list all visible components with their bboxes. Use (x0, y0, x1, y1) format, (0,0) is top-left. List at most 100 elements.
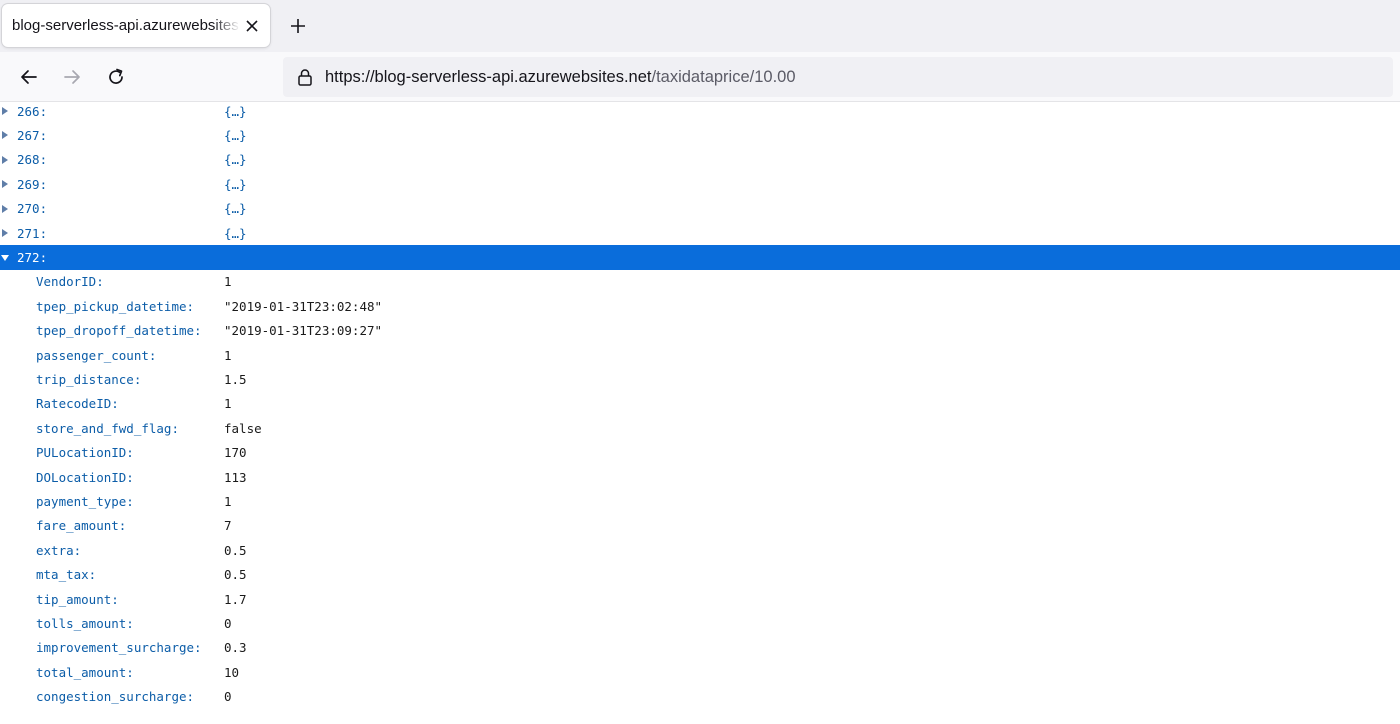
json-key: fare_amount: (36, 518, 127, 534)
json-value: 0 (224, 689, 232, 705)
json-key: 268: (17, 152, 48, 168)
json-field-row[interactable]: trip_distance: 1.5 (0, 367, 1400, 391)
json-value: "2019-01-31T23:09:27" (224, 323, 383, 339)
browser-tab[interactable]: blog-serverless-api.azurewebsites.net (2, 4, 270, 47)
tab-strip: blog-serverless-api.azurewebsites.net (0, 0, 1400, 52)
json-row-collapsed[interactable]: 270: {…} (0, 197, 1400, 221)
json-value: {…} (224, 201, 247, 217)
json-row-expanded[interactable]: 272: (0, 245, 1400, 270)
json-field-row[interactable]: tip_amount: 1.7 (0, 587, 1400, 611)
json-key: passenger_count: (36, 347, 157, 363)
reload-icon (109, 68, 123, 84)
json-key: tpep_dropoff_datetime: (36, 323, 202, 339)
json-field-row[interactable]: payment_type: 1 (0, 489, 1400, 513)
json-value: {…} (224, 225, 247, 241)
arrow-left-icon (21, 70, 37, 84)
json-key: PULocationID: (36, 445, 134, 461)
json-field-row[interactable]: improvement_surcharge: 0.3 (0, 636, 1400, 660)
json-key: congestion_surcharge: (36, 689, 195, 705)
arrow-right-icon (64, 70, 80, 84)
json-key: tolls_amount: (36, 615, 134, 631)
json-value: {…} (224, 128, 247, 144)
json-field-row[interactable]: passenger_count: 1 (0, 343, 1400, 367)
json-key: payment_type: (36, 493, 134, 509)
json-value: 0 (224, 615, 232, 631)
json-key: total_amount: (36, 664, 134, 680)
json-row-collapsed[interactable]: 266: {…} (0, 99, 1400, 123)
collapse-arrow-icon[interactable] (1, 255, 9, 262)
json-row-collapsed[interactable]: 267: {…} (0, 123, 1400, 147)
expand-arrow-icon[interactable] (2, 107, 8, 115)
plus-icon (291, 19, 305, 33)
json-key: VendorID: (36, 274, 104, 290)
close-icon[interactable] (240, 14, 264, 38)
json-value: 0.3 (224, 640, 247, 656)
back-button[interactable] (14, 62, 44, 92)
forward-button[interactable] (57, 62, 87, 92)
tab-title: blog-serverless-api.azurewebsites.net (12, 17, 240, 34)
json-key: trip_distance: (36, 371, 142, 387)
json-value: 1 (224, 396, 232, 412)
json-key: extra: (36, 542, 82, 558)
json-field-row[interactable]: DOLocationID: 113 (0, 465, 1400, 489)
json-value: 113 (224, 469, 247, 485)
json-value: 0.5 (224, 567, 247, 583)
json-value: 0.5 (224, 542, 247, 558)
json-key: DOLocationID: (36, 469, 134, 485)
json-value: 1.5 (224, 371, 247, 387)
json-field-row[interactable]: congestion_surcharge: 0 (0, 684, 1400, 708)
navigation-bar: https://blog-serverless-api.azurewebsite… (0, 52, 1400, 102)
json-viewer: 266: {…} 267: {…} 268: {…} 269: {…} 270:… (0, 99, 1400, 724)
json-key: 271: (17, 225, 48, 241)
json-value: 1.7 (224, 591, 247, 607)
expand-arrow-icon[interactable] (2, 155, 8, 164)
json-row-collapsed[interactable]: 271: {…} (0, 221, 1400, 245)
json-field-row[interactable]: mta_tax: 0.5 (0, 562, 1400, 586)
json-value: 1 (224, 347, 232, 363)
json-value: {…} (224, 176, 247, 192)
new-tab-button[interactable] (284, 12, 312, 40)
reload-button[interactable] (101, 62, 131, 92)
json-key: tpep_pickup_datetime: (36, 298, 195, 314)
json-key: 272: (17, 250, 48, 266)
json-value: {…} (224, 152, 247, 168)
json-value: 1 (224, 274, 232, 290)
expand-arrow-icon[interactable] (2, 180, 8, 189)
url-host: https://blog-serverless-api.azurewebsite… (325, 67, 652, 86)
expand-arrow-icon[interactable] (2, 228, 8, 237)
json-field-row[interactable]: total_amount: 10 (0, 660, 1400, 684)
json-key: 266: (17, 103, 48, 119)
json-key: tip_amount: (36, 591, 119, 607)
json-field-row[interactable]: extra: 0.5 (0, 538, 1400, 562)
json-key: store_and_fwd_flag: (36, 420, 179, 436)
json-value: "2019-01-31T23:02:48" (224, 298, 383, 314)
json-value: false (224, 420, 262, 436)
json-row-collapsed[interactable]: 268: {…} (0, 148, 1400, 172)
json-field-row[interactable]: RatecodeID: 1 (0, 392, 1400, 416)
json-field-row[interactable]: tpep_dropoff_datetime: "2019-01-31T23:09:… (0, 319, 1400, 343)
json-key: improvement_surcharge: (36, 640, 202, 656)
json-key: RatecodeID: (36, 396, 119, 412)
json-field-row[interactable]: fare_amount: 7 (0, 514, 1400, 538)
json-value: {…} (224, 103, 247, 119)
expand-arrow-icon[interactable] (2, 131, 8, 140)
json-key: 269: (17, 176, 48, 192)
json-value: 1 (224, 493, 232, 509)
expand-arrow-icon[interactable] (2, 204, 8, 213)
json-key: 267: (17, 128, 48, 144)
json-row-collapsed[interactable]: 269: {…} (0, 172, 1400, 196)
address-bar[interactable]: https://blog-serverless-api.azurewebsite… (283, 57, 1393, 97)
json-field-row[interactable]: tolls_amount: 0 (0, 611, 1400, 635)
json-field-row[interactable]: tpep_pickup_datetime: "2019-01-31T23:02:4… (0, 294, 1400, 318)
json-key: 270: (17, 201, 48, 217)
json-value: 7 (224, 518, 232, 534)
json-field-row[interactable]: VendorID: 1 (0, 270, 1400, 294)
json-field-row[interactable]: store_and_fwd_flag: false (0, 416, 1400, 440)
lock-icon[interactable] (285, 68, 325, 86)
url-path: /taxidataprice/10.00 (651, 67, 796, 86)
json-field-row[interactable]: PULocationID: 170 (0, 440, 1400, 464)
url-text[interactable]: https://blog-serverless-api.azurewebsite… (325, 68, 796, 87)
json-value: 170 (224, 445, 247, 461)
json-key: mta_tax: (36, 567, 97, 583)
json-value: 10 (224, 664, 240, 680)
